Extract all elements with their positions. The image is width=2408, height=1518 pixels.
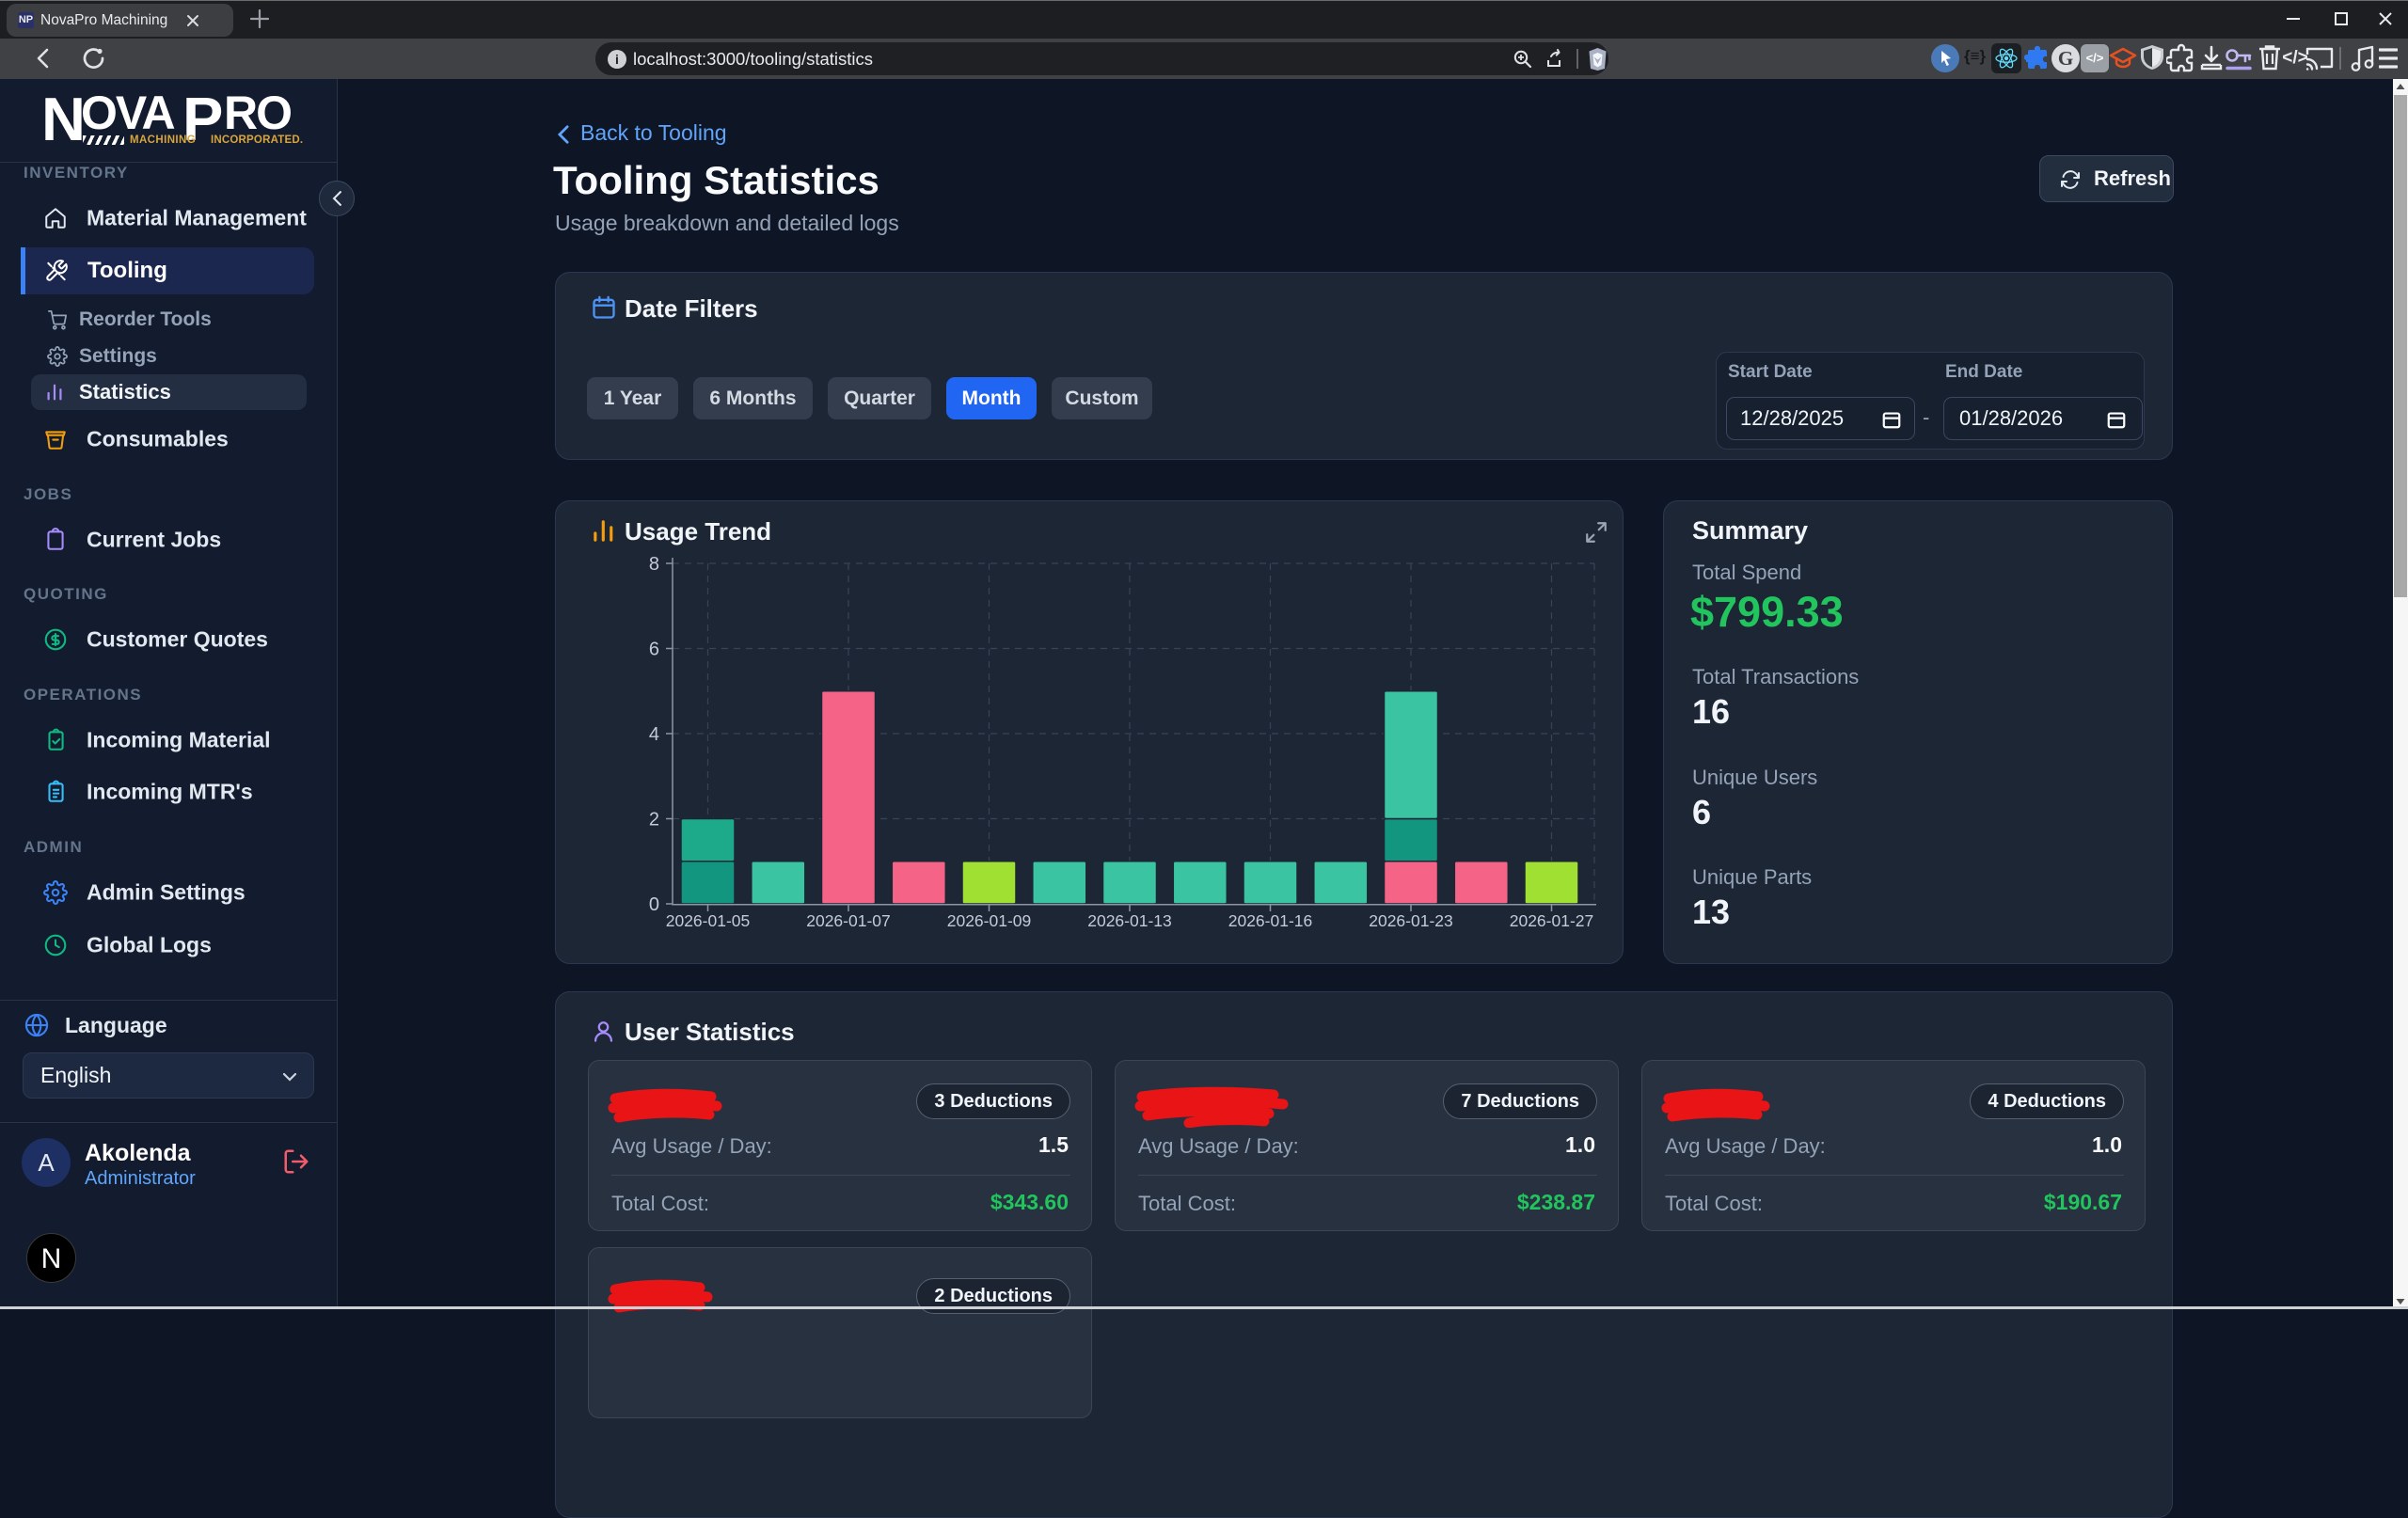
svg-text:6: 6	[649, 640, 659, 660]
svg-text:2026-01-07: 2026-01-07	[806, 911, 891, 930]
svg-text:2026-01-23: 2026-01-23	[1369, 911, 1453, 930]
svg-text:2026-01-09: 2026-01-09	[947, 911, 1032, 930]
svg-text:2: 2	[649, 810, 659, 830]
svg-text:8: 8	[649, 554, 659, 575]
svg-text:2026-01-13: 2026-01-13	[1087, 911, 1172, 930]
svg-text:2026-01-05: 2026-01-05	[666, 911, 751, 930]
svg-text:2026-01-27: 2026-01-27	[1510, 911, 1594, 930]
svg-text:0: 0	[649, 894, 659, 915]
svg-text:2026-01-16: 2026-01-16	[1228, 911, 1313, 930]
svg-text:4: 4	[649, 724, 659, 745]
